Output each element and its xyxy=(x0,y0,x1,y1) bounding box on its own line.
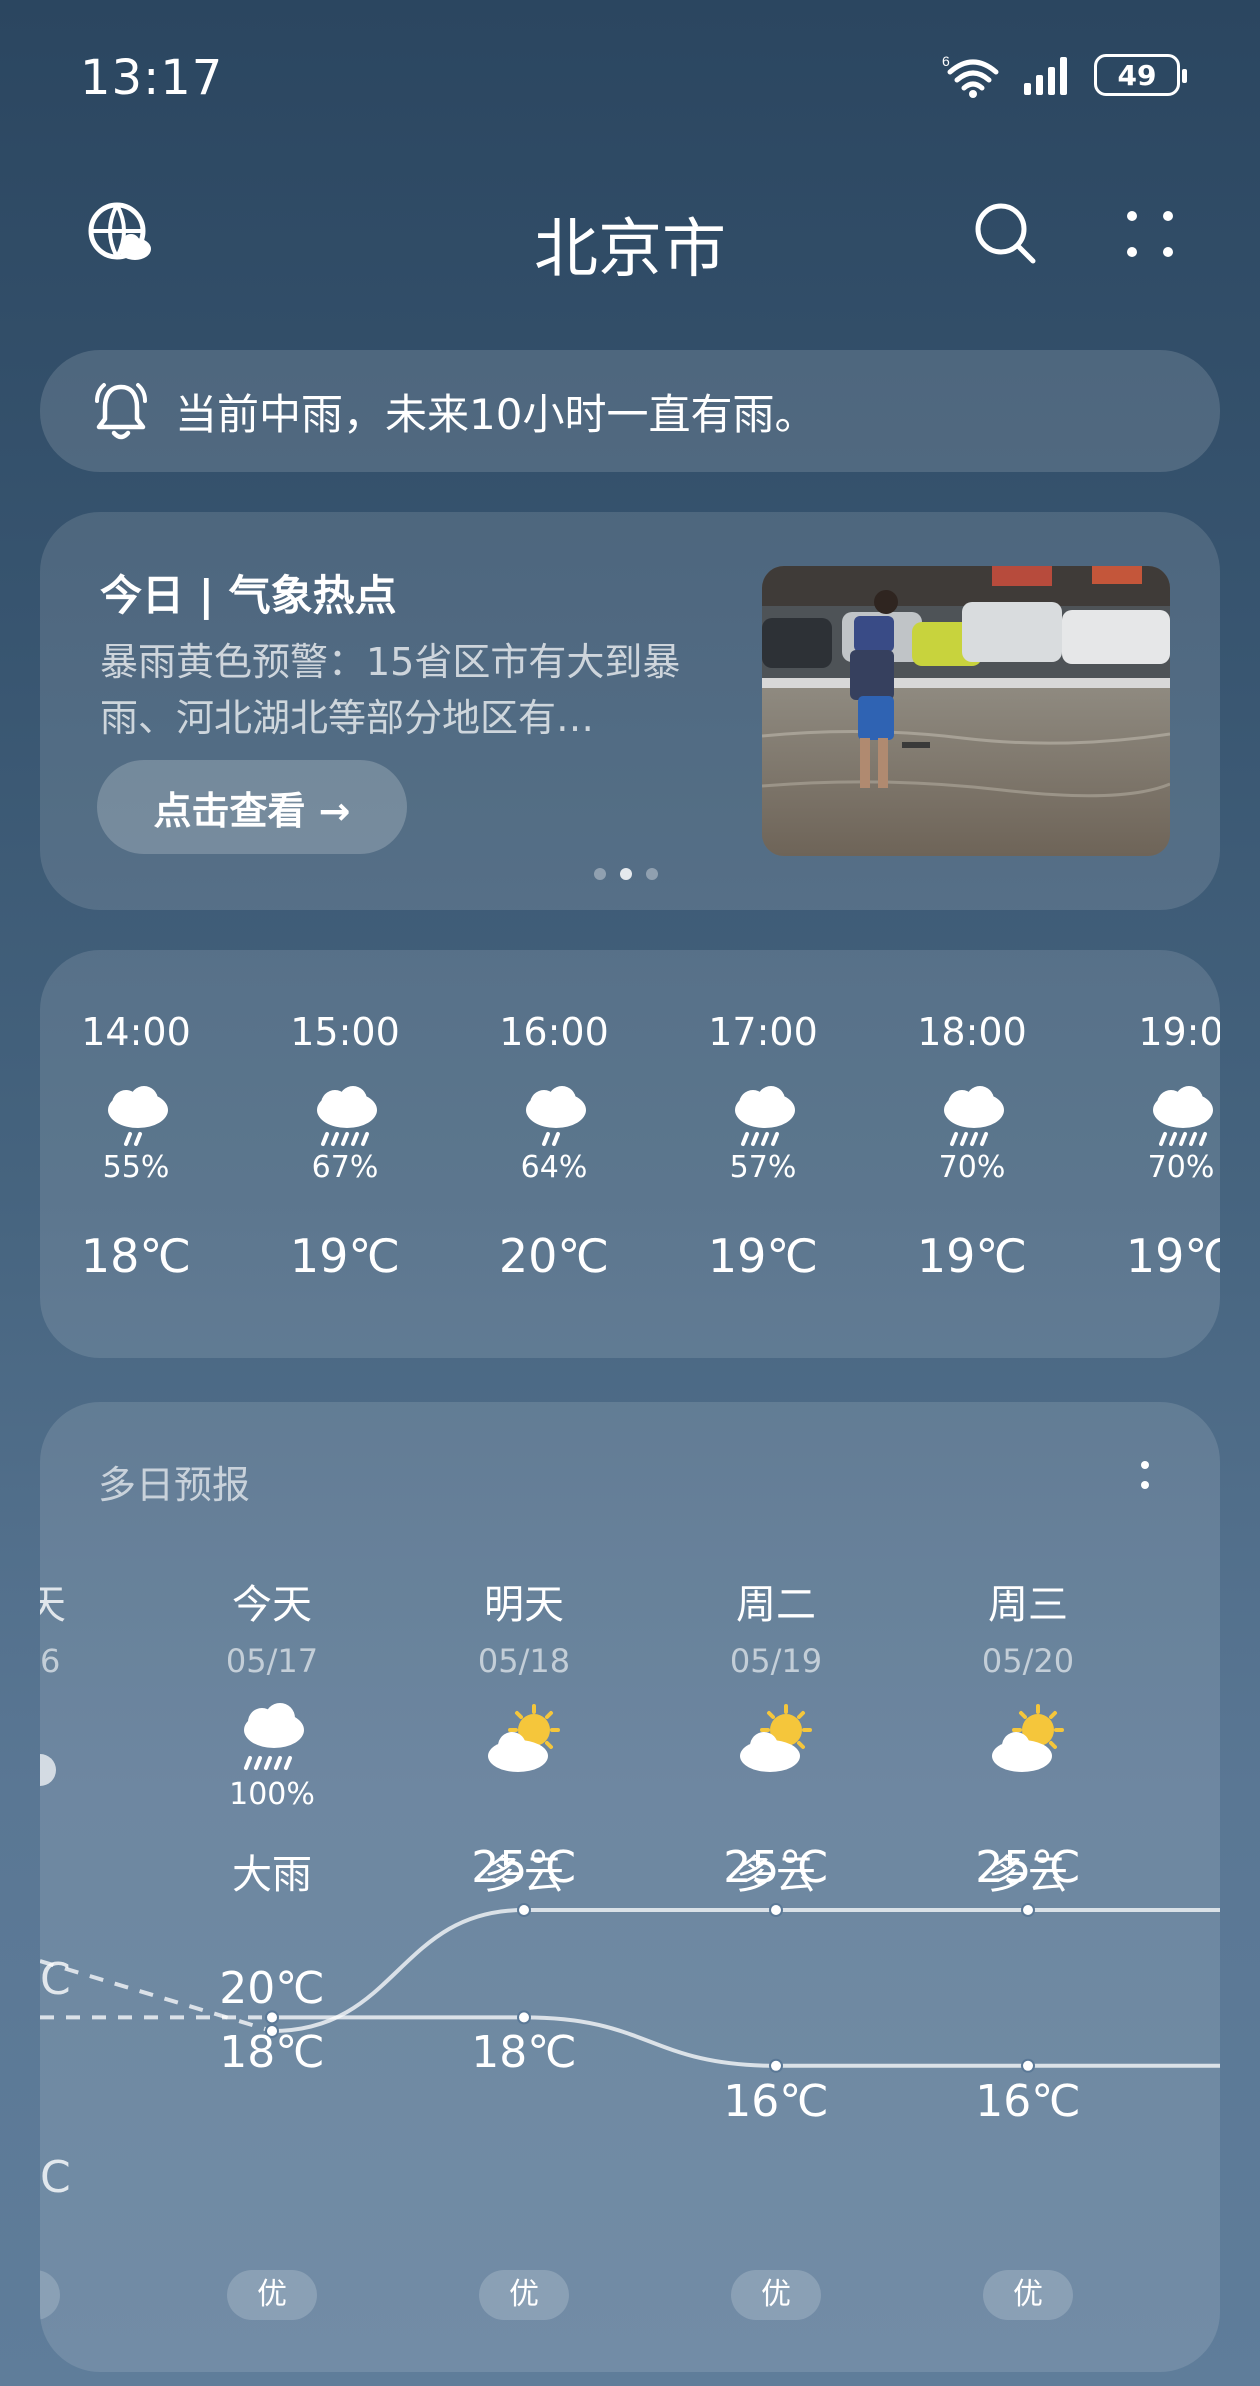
weather-hotspot-card[interactable]: 今日 | 气象热点 暴雨黄色预警：15省区市有大到暴雨、河北湖北等部分地区有… … xyxy=(40,512,1220,910)
hotspot-description: 暴雨黄色预警：15省区市有大到暴雨、河北湖北等部分地区有… xyxy=(100,640,681,740)
app-header: 北京市 xyxy=(0,180,1260,290)
day-high-temp: 25℃ xyxy=(471,1842,577,1893)
air-quality-badge: 优 xyxy=(731,2270,821,2320)
hour-temperature: 19℃ xyxy=(916,1229,1028,1283)
flooded-street-image xyxy=(762,566,1170,856)
hour-temperature: 19℃ xyxy=(707,1229,819,1283)
day-condition: 大雨 xyxy=(232,1852,312,1898)
status-bar: 13:17 6 49 xyxy=(0,0,1260,150)
hotspot-photo[interactable] xyxy=(762,566,1170,856)
hour-time: 15:00 xyxy=(290,1010,400,1054)
city-title[interactable]: 北京市 xyxy=(0,198,1260,290)
partly-cloudy-icon xyxy=(740,1704,812,1772)
partly-cloudy-icon xyxy=(488,1704,560,1772)
hour-temperature: 18℃ xyxy=(80,1229,192,1283)
day-high-temp: 25℃ xyxy=(975,1842,1081,1893)
precip-chance: 64% xyxy=(520,1150,588,1185)
hotspot-title: 今日 | 气象热点 xyxy=(100,571,397,620)
rain-cloud-icon xyxy=(108,1086,168,1146)
day-name: 明天 xyxy=(484,1582,564,1628)
hourly-item[interactable]: 14:00 55% 18℃ xyxy=(40,1010,236,1283)
low-temp-point xyxy=(1021,2058,1035,2073)
low-temp-line xyxy=(271,2015,1220,2068)
hourly-item[interactable]: 18:00 70% 19℃ xyxy=(872,1010,1072,1283)
hour-time: 16:00 xyxy=(499,1010,609,1054)
high-temp-point xyxy=(1021,1903,1035,1917)
precip-chance: 70% xyxy=(1147,1150,1215,1185)
hour-temperature: 20℃ xyxy=(498,1229,610,1283)
rain-cloud-icon xyxy=(526,1086,586,1146)
precip-chance: 55% xyxy=(102,1150,170,1185)
hour-temperature: 19℃ xyxy=(289,1229,401,1283)
hour-temperature: 19℃ xyxy=(1125,1229,1220,1283)
low-temp-point xyxy=(517,2010,531,2025)
day-low-temp: 18℃ xyxy=(219,2027,325,2079)
partly-cloudy-icon xyxy=(992,1704,1064,1772)
day-name: 今天 xyxy=(232,1582,312,1628)
battery-indicator: 49 xyxy=(1094,54,1187,96)
hourly-item[interactable]: 17:00 57% 19℃ xyxy=(663,1010,863,1283)
rain-cloud-icon xyxy=(1153,1086,1213,1146)
day-name: 周三 xyxy=(988,1582,1068,1628)
hourly-item[interactable]: 16:00 64% 20℃ xyxy=(454,1010,654,1283)
low-temp-point xyxy=(769,2058,783,2073)
multi-day-forecast-card[interactable]: 多日预报 天 6 C C 今天 05/17 100% 大雨 20℃ 18℃ 优 … xyxy=(40,1402,1220,2372)
high-temp-point xyxy=(769,1903,783,1917)
day-name: 周二 xyxy=(736,1582,816,1628)
high-temp-line xyxy=(271,1907,1220,2033)
hourly-item[interactable]: 15:00 67% 19℃ xyxy=(245,1010,445,1283)
rain-cloud-icon xyxy=(944,1086,1004,1146)
bell-icon xyxy=(95,383,147,440)
day-date: 05/20 xyxy=(981,1642,1075,1680)
day-low-temp: 16℃ xyxy=(723,2075,829,2127)
status-time: 13:17 xyxy=(80,50,224,106)
precip-chance: 70% xyxy=(938,1150,1006,1185)
air-quality-badge: 优 xyxy=(983,2270,1073,2320)
rain-cloud-icon xyxy=(317,1086,377,1146)
hour-time: 18:00 xyxy=(917,1010,1027,1054)
weather-alert-bar[interactable]: 当前中雨，未来10小时一直有雨。 xyxy=(40,350,1220,472)
heavy-rain-cloud-icon xyxy=(244,1703,304,1770)
hourly-forecast-card[interactable]: 14:00 55% 18℃ 15:00 67% 19℃ 16:00 64% 20… xyxy=(40,950,1220,1358)
high-temp-point xyxy=(517,1903,531,1917)
signal-icon xyxy=(1024,57,1067,95)
search-button[interactable] xyxy=(966,194,1046,274)
wifi-icon: 6 xyxy=(942,53,999,98)
day-low-temp: 18℃ xyxy=(471,2027,577,2079)
precip-chance: 57% xyxy=(729,1150,797,1185)
day-high-temp: 20℃ xyxy=(219,1963,325,2014)
view-details-button[interactable]: 点击查看 → xyxy=(97,760,407,854)
day-precip: 100% xyxy=(229,1777,315,1812)
hour-time: 17:00 xyxy=(708,1010,818,1054)
day-high-temp: 25℃ xyxy=(723,1842,829,1893)
more-dots-icon xyxy=(1127,211,1173,257)
air-quality-badge: 优 xyxy=(479,2270,569,2320)
status-icons: 6 49 xyxy=(942,52,1187,98)
more-button[interactable] xyxy=(1110,194,1190,274)
day-date: 05/19 xyxy=(729,1642,823,1680)
search-icon xyxy=(975,203,1036,264)
day-date: 05/17 xyxy=(225,1642,319,1680)
air-quality-badge: 优 xyxy=(227,2270,317,2320)
carousel-indicator xyxy=(594,868,658,880)
precip-chance: 67% xyxy=(311,1150,379,1185)
alert-text: 当前中雨，未来10小时一直有雨。 xyxy=(175,389,817,439)
day-low-temp: 16℃ xyxy=(975,2075,1081,2127)
hourly-item[interactable]: 19:0 70% 19℃ xyxy=(1081,1010,1220,1283)
hour-time: 19:0 xyxy=(1138,1010,1220,1054)
day-date: 05/18 xyxy=(477,1642,571,1680)
hour-time: 14:00 xyxy=(81,1010,191,1054)
rain-cloud-icon xyxy=(735,1086,795,1146)
svg-text:6: 6 xyxy=(942,53,950,69)
